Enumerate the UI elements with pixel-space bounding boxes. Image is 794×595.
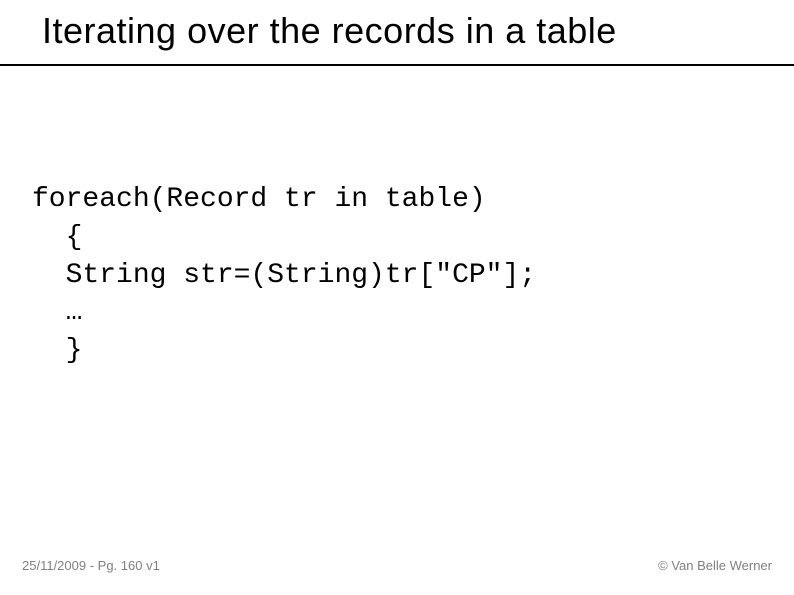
- code-block: foreach(Record tr in table) { String str…: [32, 181, 794, 370]
- slide-footer: 25/11/2009 - Pg. 160 v1 © Van Belle Wern…: [0, 558, 794, 573]
- slide-content: foreach(Record tr in table) { String str…: [0, 66, 794, 370]
- slide-title: Iterating over the records in a table: [0, 0, 794, 64]
- footer-copyright: © Van Belle Werner: [658, 558, 772, 573]
- footer-date-page: 25/11/2009 - Pg. 160 v1: [22, 558, 160, 573]
- slide-container: Iterating over the records in a table fo…: [0, 0, 794, 595]
